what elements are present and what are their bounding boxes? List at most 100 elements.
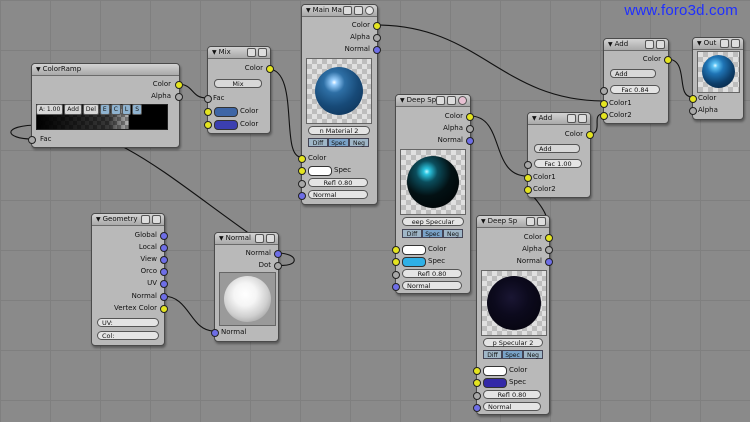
add-1-fac-socket[interactable] xyxy=(600,87,608,95)
neg-toggle[interactable]: Neg xyxy=(349,138,369,147)
deep-specular-node-2[interactable]: ▼ Deep Sp Color Alpha Normal p Specular 2… xyxy=(473,215,553,415)
geometry-normal-socket[interactable] xyxy=(160,293,168,301)
main-material-normal-input-socket[interactable] xyxy=(298,192,306,200)
spec-toggle[interactable]: Spec xyxy=(502,350,523,359)
deep-2-color-swatch[interactable] xyxy=(483,366,507,376)
main-material-normal-socket[interactable] xyxy=(373,46,381,54)
collapse-triangle-icon[interactable]: ▼ xyxy=(532,113,537,124)
add-node-2[interactable]: ▼ Add Color Add Fac 1.00 Color1 Color2 xyxy=(524,112,594,198)
spec-toggle[interactable]: Spec xyxy=(328,138,349,147)
add-1-color1-socket[interactable] xyxy=(600,100,608,108)
material-sphere-icon[interactable] xyxy=(458,96,467,105)
collapse-triangle-icon[interactable]: ▼ xyxy=(697,38,702,49)
mix-color2-socket[interactable] xyxy=(204,121,212,129)
mix-color1-socket[interactable] xyxy=(204,108,212,116)
collapse-triangle-icon[interactable]: ▼ xyxy=(306,5,311,16)
geometry-header[interactable]: ▼ Geometry xyxy=(92,214,164,226)
main-material-color-input-socket[interactable] xyxy=(298,155,306,163)
main-material-alpha-socket[interactable] xyxy=(373,34,381,42)
preview-icon[interactable] xyxy=(656,40,665,49)
uv-layer-field[interactable]: UV: xyxy=(97,318,159,327)
normal-field[interactable]: Normal xyxy=(483,402,541,411)
normal-field[interactable]: Normal xyxy=(308,190,368,199)
deep-2-spec-swatch[interactable] xyxy=(483,378,507,388)
preview-icon[interactable] xyxy=(266,234,275,243)
add-2-mode-select[interactable]: Add xyxy=(534,144,580,153)
diff-toggle[interactable]: Diff xyxy=(308,138,328,147)
preview-icon[interactable] xyxy=(258,48,267,57)
main-material-header[interactable]: ▼ Main Ma xyxy=(302,5,377,17)
color-layer-field[interactable]: Col: xyxy=(97,331,159,340)
normal-sphere-widget[interactable] xyxy=(219,272,276,326)
deep-2-spec-input-socket[interactable] xyxy=(473,379,481,387)
deep-2-color-socket[interactable] xyxy=(545,234,553,242)
main-material-node[interactable]: ▼ Main Ma Color Alpha Normal n Material 2… xyxy=(298,4,381,205)
refl-slider[interactable]: Refl 0.80 xyxy=(483,390,541,399)
deep-1-spec-input-socket[interactable] xyxy=(392,258,400,266)
deep-2-alpha-socket[interactable] xyxy=(545,246,553,254)
collapse-triangle-icon[interactable]: ▼ xyxy=(608,39,613,50)
collapse-triangle-icon[interactable]: ▼ xyxy=(96,214,101,225)
colorramp-color-socket[interactable] xyxy=(175,81,183,89)
preview-icon[interactable] xyxy=(447,96,456,105)
deep-1-color-swatch[interactable] xyxy=(402,245,426,255)
collapse-triangle-icon[interactable]: ▼ xyxy=(219,233,224,244)
geometry-local-socket[interactable] xyxy=(160,244,168,252)
hide-icon[interactable] xyxy=(436,96,445,105)
add-2-header[interactable]: ▼ Add xyxy=(528,113,590,125)
refl-slider[interactable]: Refl 0.80 xyxy=(402,269,462,278)
material-sphere-icon[interactable] xyxy=(365,6,374,15)
add-2-color-output-socket[interactable] xyxy=(586,131,594,139)
collapse-triangle-icon[interactable]: ▼ xyxy=(481,216,486,227)
hide-icon[interactable] xyxy=(645,40,654,49)
deep-specular-2-header[interactable]: ▼ Deep Sp xyxy=(477,216,549,228)
deep-1-material-selector[interactable]: eep Specular xyxy=(402,217,464,226)
deep-2-normal-input-socket[interactable] xyxy=(473,404,481,412)
hide-icon[interactable] xyxy=(141,215,150,224)
deep-1-color-input-socket[interactable] xyxy=(392,246,400,254)
colorramp-fac-socket[interactable] xyxy=(28,136,36,144)
normal-normal-output-socket[interactable] xyxy=(274,250,282,258)
geometry-node[interactable]: ▼ Geometry Global Local View Orco UV Norm… xyxy=(91,213,168,346)
add-2-fac-slider[interactable]: Fac 1.00 xyxy=(534,159,582,168)
preview-icon[interactable] xyxy=(537,217,546,226)
output-header[interactable]: ▼ Out xyxy=(693,38,743,50)
mix-header[interactable]: ▼ Mix xyxy=(208,47,270,59)
neg-toggle[interactable]: Neg xyxy=(443,229,463,238)
main-material-color-socket[interactable] xyxy=(373,22,381,30)
ramp-alpha-field[interactable]: A: 1.00 xyxy=(36,104,64,115)
ramp-add-button[interactable]: Add xyxy=(64,104,82,115)
deep-specular-node-1[interactable]: ▼ Deep Sp Color Alpha Normal eep Specular… xyxy=(392,94,474,294)
mix-color-output-socket[interactable] xyxy=(266,65,274,73)
preview-icon[interactable] xyxy=(354,6,363,15)
mix-fac-socket[interactable] xyxy=(204,95,212,103)
spec-color-swatch[interactable] xyxy=(308,166,332,176)
add-1-color-output-socket[interactable] xyxy=(664,56,672,64)
add-1-fac-slider[interactable]: Fac 0.84 xyxy=(610,85,660,94)
normal-direction-sphere[interactable] xyxy=(224,276,271,322)
normal-header[interactable]: ▼ Normal xyxy=(215,233,278,245)
add-2-color2-socket[interactable] xyxy=(524,186,532,194)
colorramp-node[interactable]: ▼ ColorRamp Color Alpha A: 1.00 Add Del E… xyxy=(28,63,183,148)
add-1-header[interactable]: ▼ Add xyxy=(604,39,668,51)
ramp-e-button[interactable]: E xyxy=(99,104,110,115)
ramp-c-button[interactable]: C xyxy=(110,104,121,115)
normal-input-socket[interactable] xyxy=(211,329,219,337)
deep-specular-1-header[interactable]: ▼ Deep Sp xyxy=(396,95,470,107)
main-material-refl-socket[interactable] xyxy=(298,180,306,188)
geometry-uv-socket[interactable] xyxy=(160,280,168,288)
mix-node[interactable]: ▼ Mix Color Mix Fac Color Color xyxy=(204,46,274,134)
mix-mode-select[interactable]: Mix xyxy=(214,79,262,88)
normal-dot-output-socket[interactable] xyxy=(274,262,282,270)
hide-icon[interactable] xyxy=(720,39,729,48)
deep-1-normal-input-socket[interactable] xyxy=(392,283,400,291)
normal-field[interactable]: Normal xyxy=(402,281,462,290)
colorramp-header[interactable]: ▼ ColorRamp xyxy=(32,64,179,76)
deep-1-color-socket[interactable] xyxy=(466,113,474,121)
preview-icon[interactable] xyxy=(578,114,587,123)
ramp-s-button[interactable]: S xyxy=(132,104,143,115)
geometry-orco-socket[interactable] xyxy=(160,268,168,276)
add-2-color1-socket[interactable] xyxy=(524,174,532,182)
add-1-color2-socket[interactable] xyxy=(600,112,608,120)
geometry-vertex-color-socket[interactable] xyxy=(160,305,168,313)
